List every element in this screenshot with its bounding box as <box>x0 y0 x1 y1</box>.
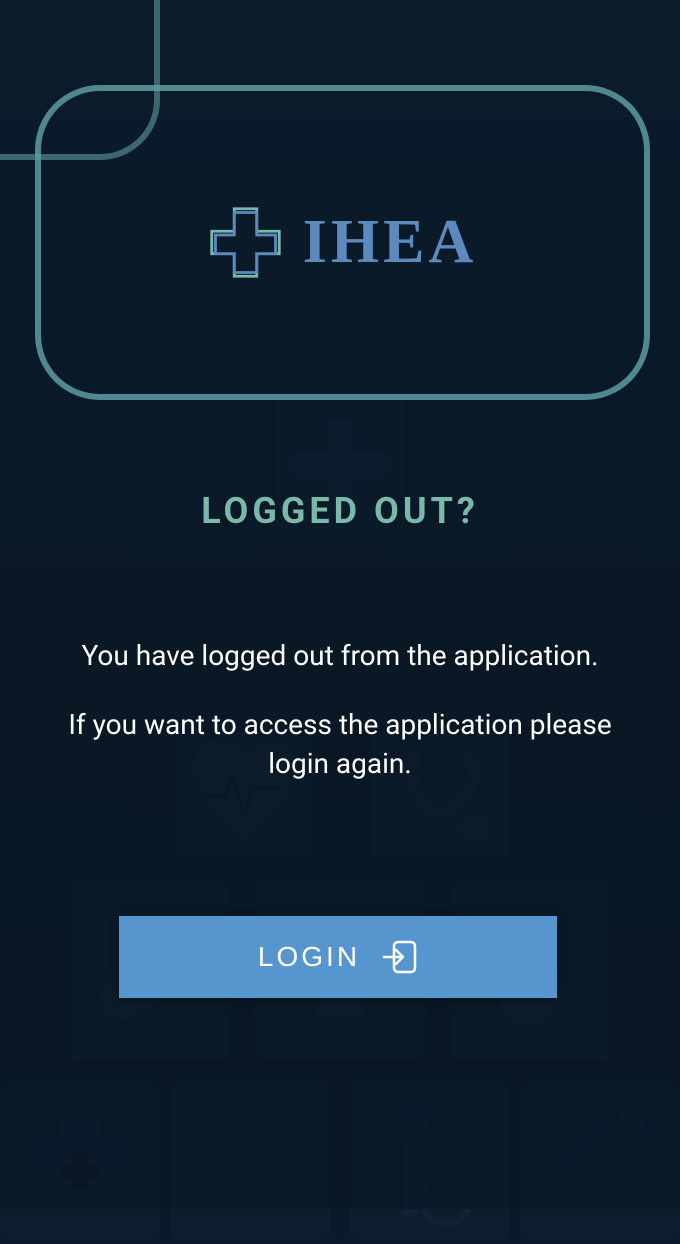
login-button[interactable]: LOGIN <box>119 916 557 998</box>
login-button-label: LOGIN <box>258 941 360 973</box>
message-line-1: You have logged out from the application… <box>50 636 630 675</box>
page-heading: LOGGED OUT? <box>0 490 680 532</box>
logout-message: You have logged out from the application… <box>0 636 680 784</box>
login-arrow-icon <box>382 939 418 975</box>
message-line-2: If you want to access the application pl… <box>50 705 630 783</box>
main-content: LOGGED OUT? You have logged out from the… <box>0 0 680 1209</box>
